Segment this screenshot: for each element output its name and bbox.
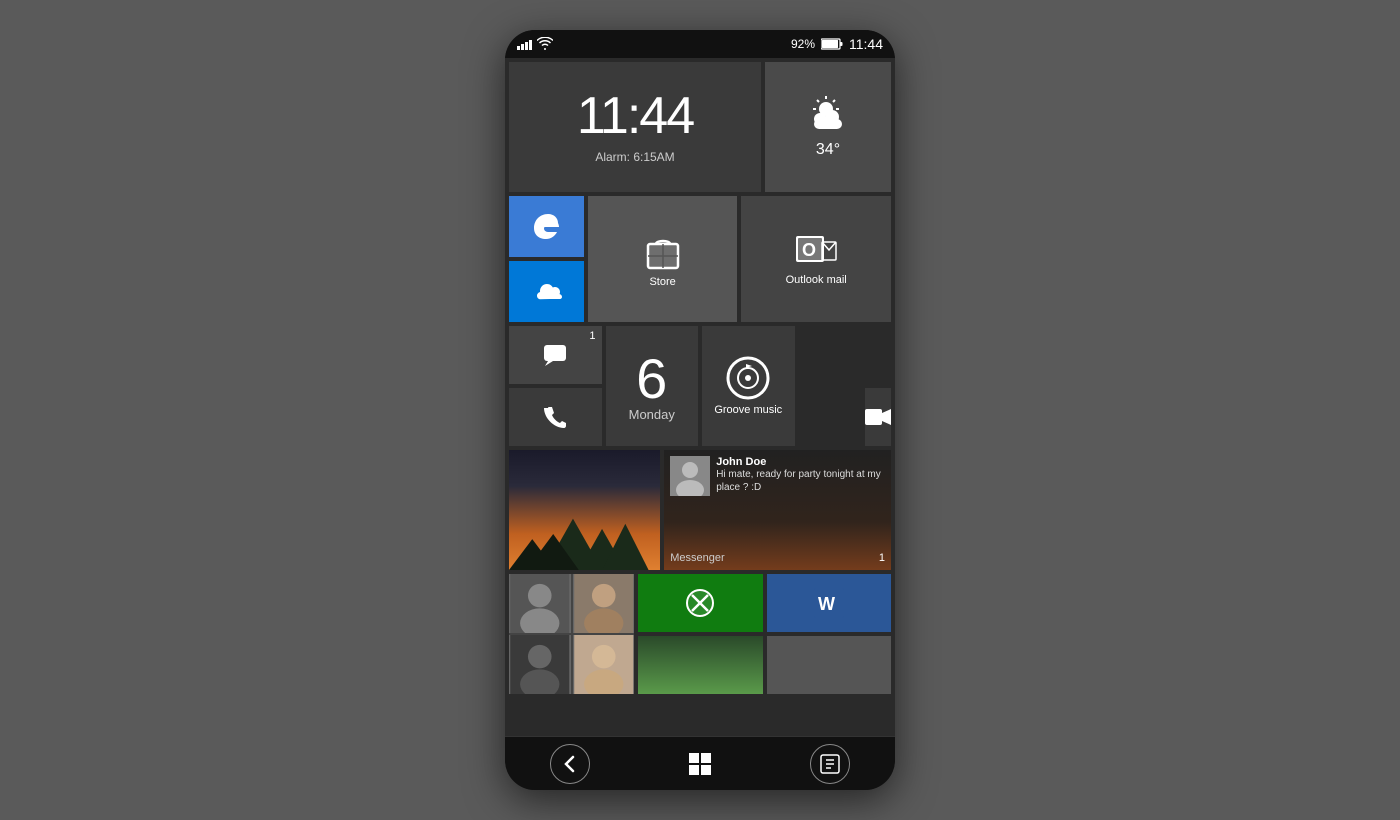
messenger-message: Hi mate, ready for party tonight at my p… — [716, 468, 885, 494]
battery-icon — [821, 38, 843, 50]
outlook-icon: O — [794, 232, 838, 270]
windows-icon — [689, 753, 711, 775]
messenger-notification: John Doe Hi mate, ready for party tonigh… — [670, 456, 885, 496]
svg-text:W: W — [818, 594, 835, 614]
contacts-tile[interactable] — [509, 574, 634, 694]
status-left — [517, 37, 553, 51]
wifi-icon — [537, 37, 553, 51]
messenger-contact-name: John Doe — [716, 456, 885, 468]
back-icon — [560, 754, 580, 774]
status-bar: 92% 11:44 — [505, 30, 895, 58]
messenger-app-label: Messenger — [670, 552, 724, 564]
phone-icon — [544, 406, 566, 428]
store-label: Store — [649, 276, 675, 288]
tent-tile[interactable] — [638, 636, 763, 694]
groove-label: Groove music — [714, 404, 782, 416]
status-time: 11:44 — [849, 36, 883, 52]
messenger-footer: Messenger 1 — [670, 552, 885, 564]
onedrive-tile[interactable] — [509, 261, 584, 322]
row-2: Store O Outlook mail — [509, 196, 891, 322]
edge-icon — [530, 211, 562, 243]
outlook-tile[interactable]: O Outlook mail — [741, 196, 891, 322]
edge-tile[interactable] — [509, 196, 584, 257]
weather-tile[interactable]: 34° — [765, 62, 891, 192]
store-tile[interactable]: Store — [588, 196, 738, 322]
calendar-tile[interactable]: 6 Monday — [606, 326, 699, 446]
row-4: John Doe Hi mate, ready for party tonigh… — [509, 450, 891, 570]
messenger-tile[interactable]: John Doe Hi mate, ready for party tonigh… — [664, 450, 891, 570]
messaging-badge: 1 — [589, 330, 595, 342]
video-icon — [865, 407, 891, 427]
groove-tile[interactable]: Groove music — [702, 326, 795, 446]
tile-area: 11:44 Alarm: 6:15AM 34 — [505, 58, 895, 736]
nav-bar — [505, 736, 895, 790]
clock-time: 11:44 — [577, 90, 693, 142]
row-5: W — [509, 574, 891, 694]
right-top-row: W — [638, 574, 891, 632]
calendar-number: 6 — [636, 351, 667, 407]
phone-frame: 92% 11:44 11:44 Alarm: 6:15AM — [505, 30, 895, 790]
calendar-day: Monday — [629, 407, 675, 422]
messenger-content: John Doe Hi mate, ready for party tonigh… — [664, 450, 891, 570]
video-tile[interactable] — [865, 388, 891, 446]
weather-temp: 34° — [816, 141, 840, 159]
row-3: 1 6 Monday — [509, 326, 891, 446]
row-1: 11:44 Alarm: 6:15AM 34 — [509, 62, 891, 192]
store-icon — [642, 230, 684, 272]
misc-tile[interactable] — [767, 636, 892, 694]
word-icon: W — [814, 588, 844, 618]
signal-bars-icon — [517, 38, 532, 50]
messenger-badge-count: 1 — [879, 552, 885, 564]
trees-icon — [509, 498, 660, 570]
battery-percent: 92% — [791, 37, 815, 51]
xbox-tile[interactable] — [638, 574, 763, 632]
contact-photo-4 — [573, 635, 635, 694]
outlook-label: Outlook mail — [786, 274, 847, 286]
clock-tile[interactable]: 11:44 Alarm: 6:15AM — [509, 62, 761, 192]
messaging-icon — [543, 344, 567, 366]
search-icon — [819, 753, 841, 775]
messenger-avatar — [670, 456, 710, 496]
phone-tile[interactable] — [509, 388, 602, 446]
contact-photo-1 — [509, 574, 571, 633]
right-column: W — [638, 574, 891, 694]
svg-text:O: O — [802, 240, 816, 260]
contact-photo-3 — [509, 635, 571, 694]
xbox-icon — [685, 588, 715, 618]
groove-icon — [726, 356, 770, 400]
clock-alarm: Alarm: 6:15AM — [595, 150, 674, 164]
status-right: 92% 11:44 — [791, 36, 883, 52]
right-bottom-row — [638, 636, 891, 694]
tent-bg — [638, 636, 763, 694]
back-button[interactable] — [550, 744, 590, 784]
weather-icon — [806, 95, 850, 133]
search-button[interactable] — [810, 744, 850, 784]
word-tile[interactable]: W — [767, 574, 892, 632]
messaging-tile[interactable]: 1 — [509, 326, 602, 384]
messenger-text: John Doe Hi mate, ready for party tonigh… — [716, 456, 885, 494]
contact-photo-2 — [573, 574, 635, 633]
landscape-tile[interactable] — [509, 450, 660, 570]
onedrive-icon — [530, 281, 562, 303]
windows-button[interactable] — [680, 744, 720, 784]
